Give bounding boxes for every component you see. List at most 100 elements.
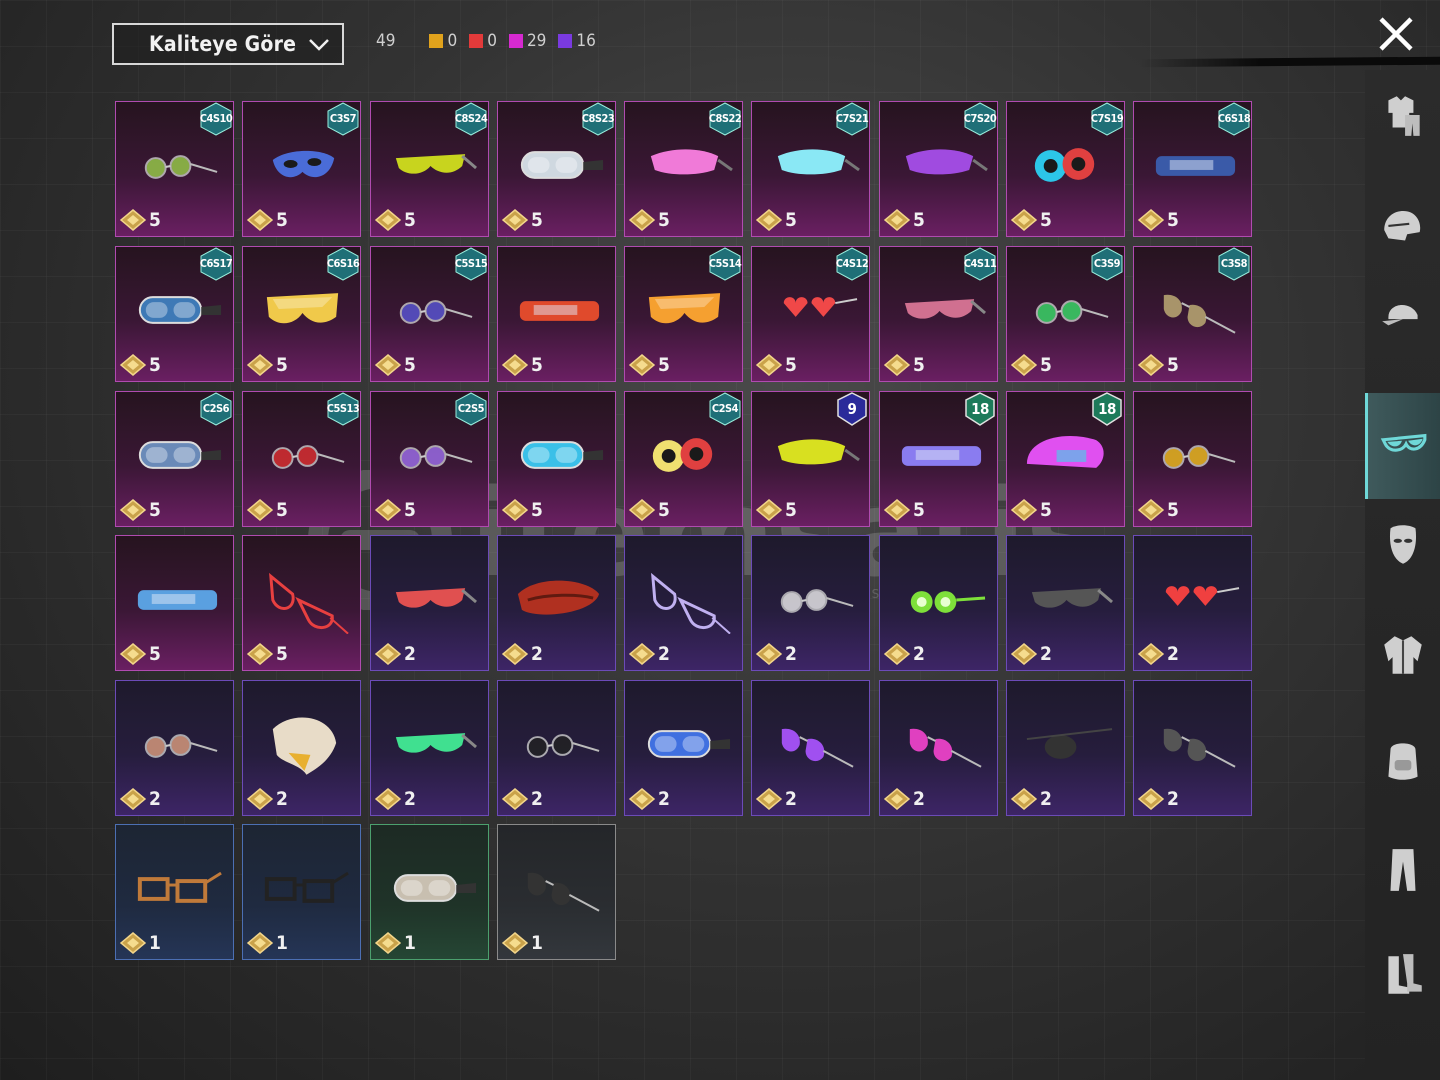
glasses-icon (526, 734, 600, 758)
item-card[interactable]: 2 (1006, 680, 1125, 816)
item-card[interactable]: 2 (115, 680, 234, 816)
season-badge-label: C4S11 (963, 257, 997, 270)
item-price-value: 5 (531, 209, 543, 231)
item-card[interactable]: C7S20 5 (879, 101, 998, 237)
item-card[interactable]: 1 (115, 824, 234, 960)
item-card[interactable]: C8S23 5 (497, 101, 616, 237)
item-price-value: 2 (785, 788, 797, 810)
sidebar-item-mask[interactable] (1365, 505, 1440, 585)
sidebar-item-pants[interactable] (1365, 830, 1440, 910)
item-card[interactable]: C8S22 5 (624, 101, 743, 237)
item-card[interactable]: C5S14 5 (624, 246, 743, 382)
item-card[interactable]: C6S17 5 (115, 246, 234, 382)
close-button[interactable] (1376, 14, 1416, 54)
sidebar-item-outfit[interactable] (1365, 75, 1440, 155)
item-card[interactable]: C5S15 5 (370, 246, 489, 382)
item-card[interactable]: 1 (370, 824, 489, 960)
item-price-value: 2 (276, 788, 288, 810)
rarity-swatch (469, 34, 484, 48)
season-badge-label: C6S18 (1217, 112, 1251, 125)
item-card[interactable]: 5 (497, 391, 616, 527)
item-card[interactable]: 2 (242, 680, 361, 816)
item-price: 5 (1011, 209, 1052, 231)
glasses-icon (1026, 728, 1113, 759)
item-price: 2 (1138, 788, 1179, 810)
item-price: 2 (375, 788, 416, 810)
item-card[interactable]: 5 (242, 535, 361, 671)
season-badge-label: 9 (847, 400, 857, 418)
item-card[interactable]: 2 (879, 535, 998, 671)
glasses-icon (393, 874, 477, 902)
item-card[interactable]: 5 (115, 535, 234, 671)
item-card[interactable]: 1 (242, 824, 361, 960)
item-card[interactable]: C5S13 5 (242, 391, 361, 527)
item-card[interactable]: C2S6 5 (115, 391, 234, 527)
item-price-value: 1 (276, 932, 288, 954)
sort-dropdown[interactable]: Kaliteye Göre (112, 23, 344, 65)
gold-coin-icon (1011, 788, 1037, 810)
item-card[interactable]: 2 (497, 680, 616, 816)
item-card[interactable]: 2 (624, 535, 743, 671)
sidebar-item-helmet[interactable] (1365, 188, 1440, 268)
item-price-value: 5 (1167, 354, 1179, 376)
item-price-value: 5 (531, 499, 543, 521)
item-card[interactable]: 2 (370, 680, 489, 816)
item-card[interactable]: 1 (497, 824, 616, 960)
item-card[interactable]: C6S18 5 (1133, 101, 1252, 237)
item-card[interactable]: C2S4 5 (624, 391, 743, 527)
sidebar-item-jacket[interactable] (1365, 615, 1440, 695)
item-card[interactable]: 9 5 (751, 391, 870, 527)
sidebar-item-backpack[interactable] (1365, 720, 1440, 800)
item-card[interactable]: 2 (751, 680, 870, 816)
item-card[interactable]: 18 5 (879, 391, 998, 527)
sidebar-item-glasses[interactable] (1365, 393, 1440, 499)
item-card[interactable]: 2 (497, 535, 616, 671)
item-card[interactable]: C7S19 5 (1006, 101, 1125, 237)
item-price: 2 (629, 643, 670, 665)
item-price: 5 (1138, 209, 1179, 231)
item-price: 5 (375, 354, 416, 376)
item-card[interactable]: C6S16 5 (242, 246, 361, 382)
item-card[interactable]: 2 (1133, 680, 1252, 816)
glasses-icon (652, 438, 713, 472)
item-card[interactable]: C4S12 5 (751, 246, 870, 382)
item-price: 1 (247, 932, 288, 954)
gold-coin-icon (884, 209, 910, 231)
glasses-icon (901, 446, 982, 466)
item-card[interactable]: C3S9 5 (1006, 246, 1125, 382)
item-price: 5 (884, 209, 925, 231)
gold-coin-icon (756, 209, 782, 231)
item-card[interactable]: C2S5 5 (370, 391, 489, 527)
season-badge-label: C5S14 (708, 257, 742, 270)
item-price: 5 (502, 209, 543, 231)
season-badge-label: C6S17 (199, 257, 233, 270)
item-card[interactable]: C3S7 5 (242, 101, 361, 237)
item-card[interactable]: 2 (624, 680, 743, 816)
item-card[interactable]: 5 (497, 246, 616, 382)
sidebar-item-boots[interactable] (1365, 935, 1440, 1015)
season-badge-label: C4S10 (199, 112, 233, 125)
item-price-value: 5 (1040, 354, 1052, 376)
item-card[interactable]: 5 (1133, 391, 1252, 527)
item-price: 2 (1011, 643, 1052, 665)
item-card[interactable]: C8S24 5 (370, 101, 489, 237)
gold-coin-icon (1138, 499, 1164, 521)
item-price: 5 (884, 354, 925, 376)
item-card[interactable]: 18 5 (1006, 391, 1125, 527)
item-card[interactable]: 2 (751, 535, 870, 671)
item-card[interactable]: 2 (1133, 535, 1252, 671)
gold-coin-icon (120, 788, 146, 810)
gold-coin-icon (756, 499, 782, 521)
item-card[interactable]: C3S8 5 (1133, 246, 1252, 382)
sidebar-item-cap[interactable] (1365, 275, 1440, 355)
item-card[interactable]: 2 (1006, 535, 1125, 671)
item-price-value: 5 (276, 499, 288, 521)
glasses-icon (783, 297, 858, 317)
glasses-icon (1163, 294, 1236, 334)
item-card[interactable]: 2 (370, 535, 489, 671)
item-card[interactable]: C7S21 5 (751, 101, 870, 237)
item-card[interactable]: C4S10 5 (115, 101, 234, 237)
item-card[interactable]: 2 (879, 680, 998, 816)
item-price-value: 1 (531, 932, 543, 954)
item-card[interactable]: C4S11 5 (879, 246, 998, 382)
